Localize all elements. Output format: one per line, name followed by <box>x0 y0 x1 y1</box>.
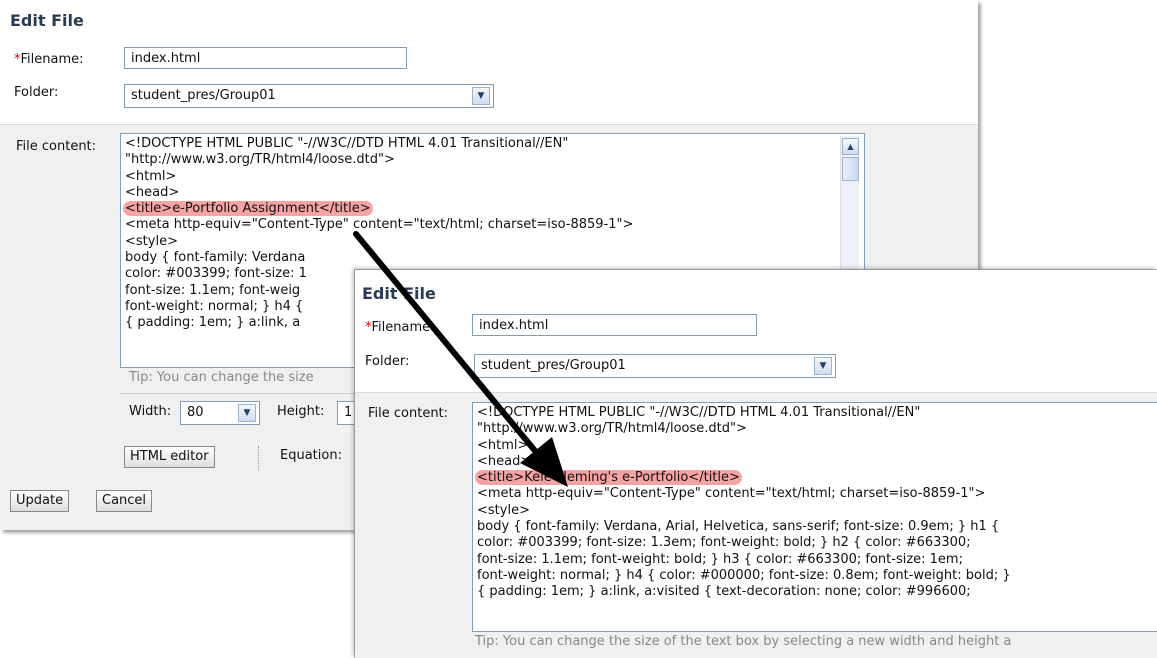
resize-tip: Tip: You can change the size of the text… <box>475 634 1012 649</box>
html-editor-button[interactable]: HTML editor <box>124 446 215 468</box>
code-line: body { font-family: Verdana <box>125 250 306 266</box>
code-line: body { font-family: Verdana, Arial, Helv… <box>477 519 1000 535</box>
chevron-down-icon[interactable]: ▼ <box>238 404 256 422</box>
code-line: "http://www.w3.org/TR/html4/loose.dtd"> <box>125 152 395 168</box>
folder-select-value: student_pres/Group01 <box>481 358 626 373</box>
chevron-down-icon[interactable]: ▼ <box>472 87 490 105</box>
filename-input[interactable]: index.html <box>472 314 757 336</box>
code-line: <style> <box>125 233 178 249</box>
code-line: { padding: 1em; } a:link, a:visited { te… <box>477 584 971 600</box>
page-title: Edit File <box>362 284 436 303</box>
highlighted-title-line: <title>e-Portfolio Assignment</title> <box>123 201 373 217</box>
folder-label: Folder: <box>365 354 410 369</box>
code-line: <style> <box>477 502 530 518</box>
height-select-value: 1 <box>344 405 353 420</box>
cancel-button[interactable]: Cancel <box>96 490 153 512</box>
code-line: <html> <box>477 437 529 453</box>
width-label: Width: <box>129 404 172 419</box>
equation-label: Equation: <box>280 448 342 463</box>
file-content-label: File content: <box>368 406 449 421</box>
width-select[interactable]: 80 ▼ <box>180 401 260 425</box>
code-line: <html> <box>125 168 177 184</box>
edit-file-panel-after: Edit File *Filename: index.html Folder: … <box>355 270 1157 658</box>
code-line: "http://www.w3.org/TR/html4/loose.dtd"> <box>477 421 747 437</box>
filename-label: *Filename: <box>14 52 84 67</box>
code-line: <meta http-equiv="Content-Type" content=… <box>477 486 986 502</box>
folder-select[interactable]: student_pres/Group01 ▼ <box>474 354 836 378</box>
code-line: <!DOCTYPE HTML PUBLIC "-//W3C//DTD HTML … <box>125 136 569 151</box>
filename-label: *Filename: <box>365 320 435 335</box>
height-label: Height: <box>277 404 325 419</box>
scroll-thumb[interactable] <box>842 157 859 181</box>
folder-select-value: student_pres/Group01 <box>131 88 276 103</box>
toolbar-separator <box>258 446 259 470</box>
folder-label: Folder: <box>14 85 59 100</box>
file-content-label: File content: <box>16 139 97 154</box>
file-content-textarea[interactable]: <!DOCTYPE HTML PUBLIC "-//W3C//DTD HTML … <box>472 402 1157 632</box>
code-line: <head> <box>477 453 532 469</box>
update-button[interactable]: Update <box>10 490 70 512</box>
code-line: <meta http-equiv="Content-Type" content=… <box>125 217 634 233</box>
folder-select[interactable]: student_pres/Group01 ▼ <box>124 84 494 108</box>
scroll-up-arrow-icon[interactable]: ▲ <box>842 138 859 155</box>
code-line: <head> <box>125 184 180 200</box>
code-line: color: #003399; font-size: 1.3em; font-w… <box>477 535 971 551</box>
resize-tip: Tip: You can change the size <box>129 370 314 385</box>
code-line: font-size: 1.1em; font-weight: bold; } h… <box>477 551 963 567</box>
highlighted-title-line: <title>Kele Fleming's e-Portfolio</title… <box>475 470 742 486</box>
page-title: Edit File <box>10 11 84 30</box>
width-select-value: 80 <box>187 405 204 420</box>
code-line: <!DOCTYPE HTML PUBLIC "-//W3C//DTD HTML … <box>477 405 921 420</box>
code-line: font-weight: normal; } h4 { color: #0000… <box>477 567 1011 583</box>
filename-input[interactable]: index.html <box>124 47 407 69</box>
chevron-down-icon[interactable]: ▼ <box>814 357 832 375</box>
